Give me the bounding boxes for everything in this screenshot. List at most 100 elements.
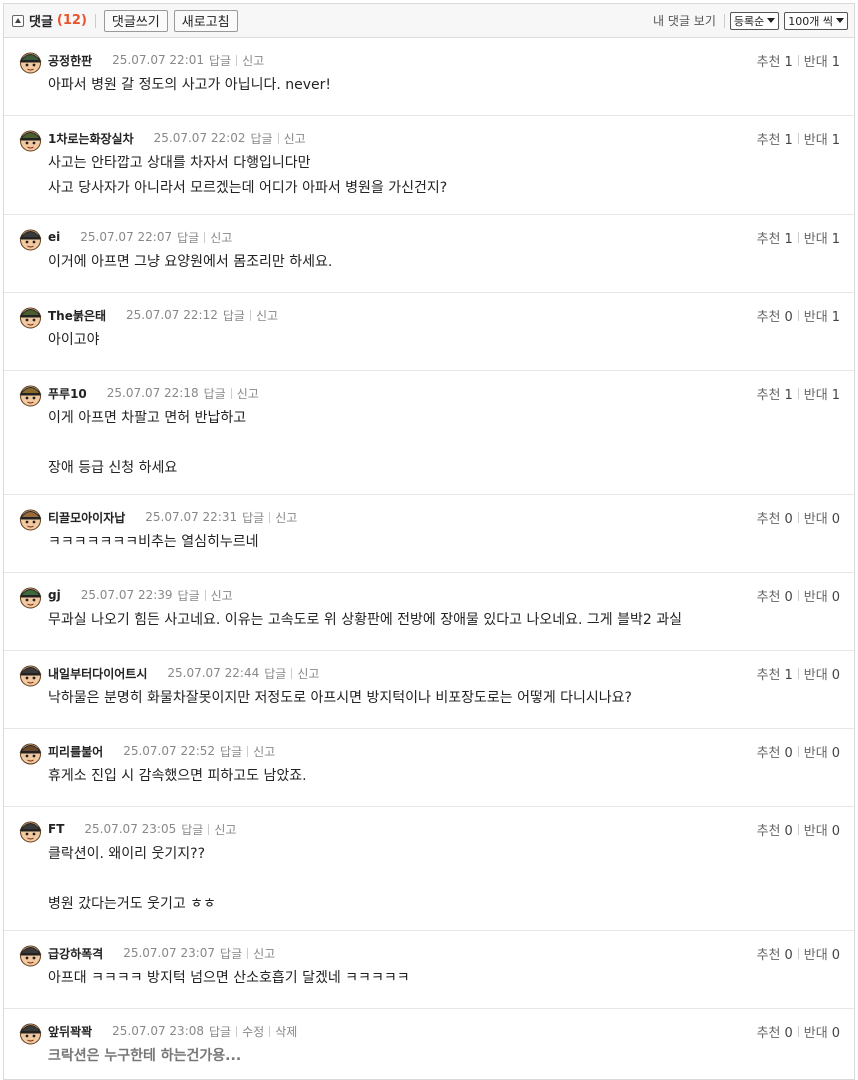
avatar-icon[interactable] bbox=[18, 818, 43, 843]
comment-header: 댓글 (12) 댓글쓰기 새로고침 내 댓글 보기 등록순 100개 씩 bbox=[4, 4, 854, 38]
write-comment-button[interactable]: 댓글쓰기 bbox=[103, 9, 168, 32]
comment-author[interactable]: The붉은태 bbox=[48, 307, 106, 324]
reply-link[interactable]: 답글 bbox=[204, 385, 226, 402]
per-page-select[interactable]: 100개 씩 bbox=[784, 11, 848, 30]
reply-link[interactable]: 답글 bbox=[181, 821, 203, 838]
oppose-button[interactable]: 반대 1 bbox=[804, 306, 840, 325]
recommend-button[interactable]: 추천 0 bbox=[757, 820, 793, 839]
report-link[interactable]: 신고 bbox=[237, 385, 259, 402]
recommend-button[interactable]: 추천 1 bbox=[757, 384, 793, 403]
avatar-icon[interactable] bbox=[18, 740, 43, 765]
oppose-button[interactable]: 반대 1 bbox=[804, 228, 840, 247]
report-link[interactable]: 신고 bbox=[297, 665, 319, 682]
comment-author[interactable]: ei bbox=[48, 230, 60, 244]
comment-meta: 푸루10 25.07.07 22:18 답글 신고 추천 1 반대 1 bbox=[48, 383, 840, 403]
report-link[interactable]: 신고 bbox=[253, 743, 275, 760]
report-link[interactable]: 신고 bbox=[210, 229, 232, 246]
recommend-button[interactable]: 추천 0 bbox=[757, 1022, 793, 1041]
recommend-button[interactable]: 추천 0 bbox=[757, 586, 793, 605]
divider bbox=[797, 54, 799, 66]
oppose-count: 1 bbox=[831, 309, 840, 325]
comment-author[interactable]: 피리를불어 bbox=[48, 743, 103, 760]
comment-author[interactable]: 공정한판 bbox=[48, 52, 92, 69]
delete-link[interactable]: 삭제 bbox=[275, 1023, 297, 1040]
comment-author[interactable]: 1차로는화장실차 bbox=[48, 130, 134, 147]
avatar-icon[interactable] bbox=[18, 127, 43, 152]
vote-area: 추천 0 반대 0 bbox=[757, 742, 840, 761]
comment-author[interactable]: 내일부터다이어트시 bbox=[48, 665, 147, 682]
divider bbox=[247, 947, 249, 959]
oppose-button[interactable]: 반대 0 bbox=[804, 586, 840, 605]
report-link[interactable]: 신고 bbox=[242, 52, 264, 69]
comment-text: 클락션이. 왜이리 웃기지?? bbox=[48, 846, 206, 862]
reply-link[interactable]: 답글 bbox=[177, 229, 199, 246]
report-link[interactable]: 신고 bbox=[211, 587, 233, 604]
reply-link[interactable]: 답글 bbox=[209, 1023, 231, 1040]
avatar-icon[interactable] bbox=[18, 506, 43, 531]
avatar-icon[interactable] bbox=[18, 382, 43, 407]
oppose-button[interactable]: 반대 0 bbox=[804, 1022, 840, 1041]
comment-author[interactable]: 앞뒤꽉꽉 bbox=[48, 1023, 92, 1040]
recommend-button[interactable]: 추천 1 bbox=[757, 664, 793, 683]
recommend-button[interactable]: 추천 1 bbox=[757, 129, 793, 148]
comment-author[interactable]: 급강하폭격 bbox=[48, 945, 103, 962]
comment-text: 이게 아프면 차팔고 면허 반납하고 bbox=[48, 410, 247, 426]
comment-item: 푸루10 25.07.07 22:18 답글 신고 추천 1 반대 1 이게 아프면 차팔고 면… bbox=[4, 371, 854, 495]
recommend-button[interactable]: 추천 1 bbox=[757, 228, 793, 247]
collapse-toggle-icon[interactable] bbox=[12, 14, 24, 27]
oppose-button[interactable]: 반대 1 bbox=[804, 51, 840, 70]
oppose-button[interactable]: 반대 1 bbox=[804, 384, 840, 403]
reply-link[interactable]: 답글 bbox=[264, 665, 286, 682]
avatar-icon[interactable] bbox=[18, 942, 43, 967]
report-link[interactable]: 신고 bbox=[214, 821, 236, 838]
comment-author[interactable]: 티끌모아이자납 bbox=[48, 509, 125, 526]
recommend-button[interactable]: 추천 0 bbox=[757, 306, 793, 325]
report-link[interactable]: 신고 bbox=[275, 509, 297, 526]
avatar-icon[interactable] bbox=[18, 49, 43, 74]
recommend-button[interactable]: 추천 0 bbox=[757, 944, 793, 963]
oppose-count: 0 bbox=[831, 589, 840, 605]
divider bbox=[236, 1025, 238, 1037]
avatar-icon[interactable] bbox=[18, 662, 43, 687]
reply-link[interactable]: 답글 bbox=[178, 587, 200, 604]
divider bbox=[249, 309, 251, 321]
divider bbox=[797, 511, 799, 523]
comment-body: 아이고야 bbox=[48, 328, 840, 353]
comment-author[interactable]: gj bbox=[48, 588, 61, 602]
reply-link[interactable]: 답글 bbox=[250, 130, 272, 147]
comment-date: 25.07.07 23:05 bbox=[84, 822, 177, 836]
comment-meta: gj 25.07.07 22:39 답글 신고 추천 0 반대 0 bbox=[48, 585, 840, 605]
recommend-button[interactable]: 추천 1 bbox=[757, 51, 793, 70]
report-link[interactable]: 신고 bbox=[253, 945, 275, 962]
comment-author[interactable]: FT bbox=[48, 822, 64, 836]
avatar-icon[interactable] bbox=[18, 1020, 43, 1045]
my-comments-link[interactable]: 내 댓글 보기 bbox=[653, 12, 716, 29]
oppose-button[interactable]: 반대 0 bbox=[804, 508, 840, 527]
comment-date: 25.07.07 22:31 bbox=[145, 510, 238, 524]
avatar-icon[interactable] bbox=[18, 584, 43, 609]
oppose-button[interactable]: 반대 0 bbox=[804, 820, 840, 839]
recommend-label: 추천 bbox=[756, 1025, 781, 1041]
reply-link[interactable]: 답글 bbox=[209, 52, 231, 69]
report-link[interactable]: 신고 bbox=[284, 130, 306, 147]
oppose-button[interactable]: 반대 1 bbox=[804, 129, 840, 148]
recommend-button[interactable]: 추천 0 bbox=[757, 742, 793, 761]
oppose-button[interactable]: 반대 0 bbox=[804, 664, 840, 683]
avatar-icon[interactable] bbox=[18, 304, 43, 329]
reply-link[interactable]: 답글 bbox=[242, 509, 264, 526]
comment-title: 댓글 bbox=[29, 15, 53, 30]
oppose-label: 반대 bbox=[803, 823, 828, 839]
comment-author[interactable]: 푸루10 bbox=[48, 385, 87, 402]
edit-link[interactable]: 수정 bbox=[242, 1023, 264, 1040]
oppose-button[interactable]: 반대 0 bbox=[804, 944, 840, 963]
reply-link[interactable]: 답글 bbox=[223, 307, 245, 324]
report-link[interactable]: 신고 bbox=[256, 307, 278, 324]
reply-link[interactable]: 답글 bbox=[220, 945, 242, 962]
oppose-button[interactable]: 반대 0 bbox=[804, 742, 840, 761]
sort-select[interactable]: 등록순 bbox=[729, 11, 780, 30]
reply-link[interactable]: 답글 bbox=[220, 743, 242, 760]
refresh-button[interactable]: 새로고침 bbox=[173, 9, 238, 32]
divider bbox=[208, 823, 210, 835]
recommend-button[interactable]: 추천 0 bbox=[757, 508, 793, 527]
avatar-icon[interactable] bbox=[18, 226, 43, 251]
